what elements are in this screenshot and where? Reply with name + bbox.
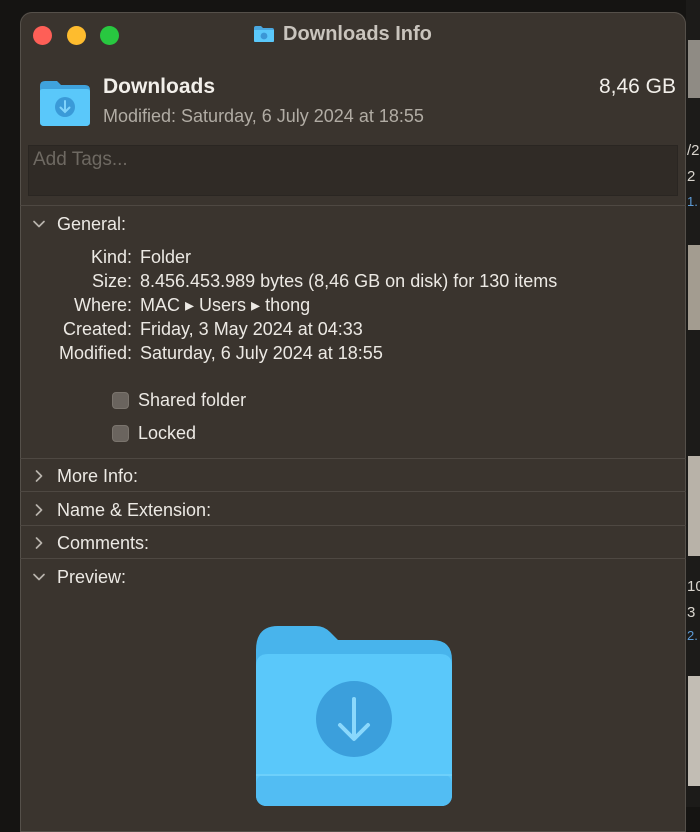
background-thumbnail <box>688 676 700 786</box>
info-label: Size: <box>91 271 132 291</box>
section-more-info-toggle[interactable]: More Info: <box>32 464 138 488</box>
info-row-where: Where: MAC ▸ Users ▸ thong <box>20 295 680 319</box>
section-preview-toggle[interactable]: Preview: <box>32 565 126 589</box>
section-general-label: General: <box>57 213 127 234</box>
info-label: Kind: <box>90 247 132 267</box>
info-label: Where: <box>73 295 132 315</box>
info-row-created: Created: Friday, 3 May 2024 at 04:33 <box>20 319 680 343</box>
info-label: Modified: <box>58 343 132 363</box>
info-value: Saturday, 6 July 2024 at 18:55 <box>140 343 383 363</box>
locked-label: Locked <box>138 422 197 443</box>
shared-folder-checkbox[interactable] <box>112 391 129 409</box>
shared-folder-label: Shared folder <box>138 389 247 410</box>
background-thumbnail <box>688 245 700 330</box>
background-text: 10 <box>687 578 700 595</box>
background-text: 3 <box>687 604 696 621</box>
info-window: Downloads Info Downloads 8,46 GB Modifie… <box>20 12 686 832</box>
info-value: 8.456.453.989 bytes (8,46 GB on disk) fo… <box>140 271 558 291</box>
shared-folder-option[interactable]: Shared folder <box>112 388 246 412</box>
background-text: /2 <box>687 142 700 159</box>
section-more-info-label: More Info: <box>57 465 139 486</box>
downloads-folder-icon <box>40 81 90 126</box>
background-window-strip: /2 2 1. 10 3 2. <box>686 0 700 807</box>
chevron-right-icon <box>35 504 43 516</box>
title-bar[interactable]: Downloads Info <box>20 12 686 56</box>
background-thumbnail <box>688 40 700 98</box>
chevron-down-icon <box>33 220 45 228</box>
zoom-button[interactable] <box>100 26 119 45</box>
chevron-down-icon <box>33 573 45 581</box>
background-text: 2 <box>687 168 696 185</box>
section-comments-toggle[interactable]: Comments: <box>32 531 149 555</box>
window-title-group: Downloads Info <box>253 22 432 46</box>
chevron-right-icon <box>35 537 43 549</box>
info-row-kind: Kind: Folder <box>20 247 680 271</box>
info-row-modified: Modified: Saturday, 6 July 2024 at 18:55 <box>20 343 680 367</box>
section-general-toggle[interactable]: General: <box>32 212 126 236</box>
chevron-right-icon <box>35 470 43 482</box>
section-preview-label: Preview: <box>57 566 127 587</box>
locked-option[interactable]: Locked <box>112 421 196 445</box>
info-row-size: Size: 8.456.453.989 bytes (8,46 GB on di… <box>20 271 680 295</box>
divider <box>20 525 686 526</box>
section-comments-label: Comments: <box>57 532 150 553</box>
info-value: Friday, 3 May 2024 at 04:33 <box>140 319 363 339</box>
locked-checkbox[interactable] <box>112 424 129 442</box>
divider <box>20 558 686 559</box>
info-value: Folder <box>140 247 192 267</box>
background-thumbnail <box>688 456 700 556</box>
info-value: MAC ▸ Users ▸ thong <box>140 295 311 315</box>
info-label: Created: <box>62 319 132 339</box>
window-title: Downloads Info <box>283 22 432 45</box>
tags-input[interactable]: Add Tags... <box>28 145 678 196</box>
folder-icon <box>254 26 274 42</box>
close-button[interactable] <box>33 26 52 45</box>
divider <box>20 205 686 206</box>
background-text: 2. <box>687 628 698 643</box>
item-name: Downloads <box>103 75 216 98</box>
item-modified-date: Modified: Saturday, 6 July 2024 at 18:55 <box>103 106 424 126</box>
section-name-extension-toggle[interactable]: Name & Extension: <box>32 498 211 522</box>
minimize-button[interactable] <box>67 26 86 45</box>
section-name-extension-label: Name & Extension: <box>57 499 212 520</box>
item-size: 8,46 GB <box>598 75 676 98</box>
divider <box>20 491 686 492</box>
background-text: 1. <box>687 194 698 209</box>
divider <box>20 458 686 459</box>
folder-preview-icon <box>256 626 452 806</box>
